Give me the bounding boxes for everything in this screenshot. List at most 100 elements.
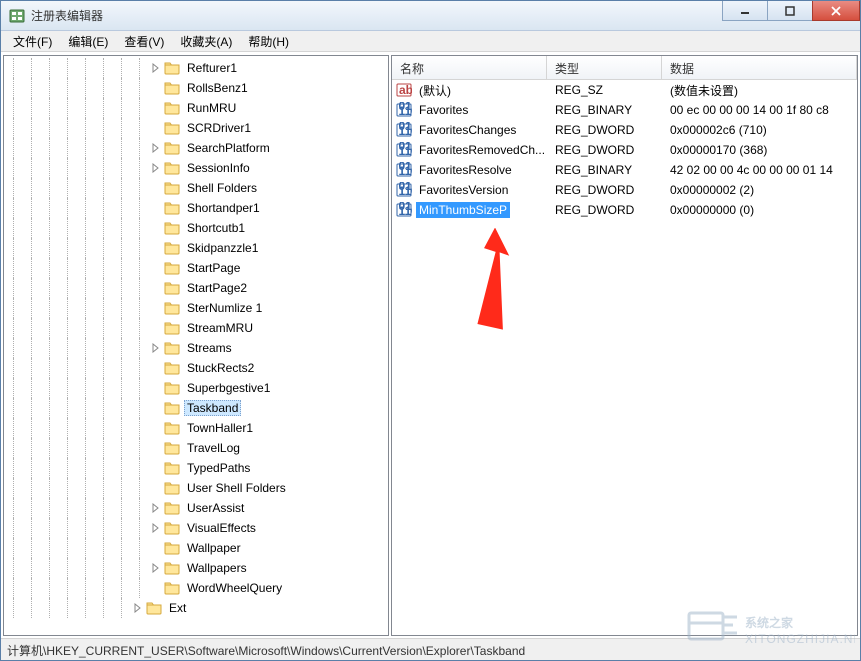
tree-item[interactable]: TravelLog [4, 438, 388, 458]
tree-item-label: Refturer1 [184, 60, 240, 76]
tree-item-label: SearchPlatform [184, 140, 273, 156]
tree-item[interactable]: User Shell Folders [4, 478, 388, 498]
folder-icon [164, 420, 180, 436]
value-row[interactable]: 011110FavoritesChangesREG_DWORD0x000002c… [392, 120, 857, 140]
regedit-app-icon [9, 8, 25, 24]
folder-icon [164, 340, 180, 356]
tree-item[interactable]: StartPage [4, 258, 388, 278]
tree-item[interactable]: SearchPlatform [4, 138, 388, 158]
expander-closed-icon[interactable] [148, 140, 164, 156]
svg-text:ab: ab [399, 83, 412, 97]
tree-item-label: Shell Folders [184, 180, 260, 196]
folder-icon [164, 360, 180, 376]
tree-item[interactable]: Shell Folders [4, 178, 388, 198]
folder-icon [164, 100, 180, 116]
value-type: REG_DWORD [547, 123, 662, 137]
menu-edit[interactable]: 编辑(E) [60, 31, 116, 52]
tree-item-label: Skidpanzzle1 [184, 240, 261, 256]
maximize-button[interactable] [767, 1, 813, 21]
tree-item-label: UserAssist [184, 500, 247, 516]
value-data: 0x000002c6 (710) [662, 123, 857, 137]
values-header: 名称 类型 数据 [392, 56, 857, 80]
tree-item[interactable]: TypedPaths [4, 458, 388, 478]
tree-item[interactable]: Skidpanzzle1 [4, 238, 388, 258]
tree-panel[interactable]: Refturer1 RollsBenz1RunMRUSCRDriver1 Searc… [3, 55, 389, 636]
value-row[interactable]: 011110FavoritesREG_BINARY00 ec 00 00 00 … [392, 100, 857, 120]
value-row[interactable]: ab(默认)REG_SZ(数值未设置) [392, 80, 857, 100]
tree-item[interactable]: VisualEffects [4, 518, 388, 538]
folder-icon [164, 440, 180, 456]
menu-view[interactable]: 查看(V) [116, 31, 172, 52]
close-button[interactable] [812, 1, 860, 21]
reg-binary-icon: 011110 [396, 102, 412, 118]
tree-item[interactable]: WordWheelQuery [4, 578, 388, 598]
expander-closed-icon[interactable] [148, 60, 164, 76]
expander-closed-icon[interactable] [148, 340, 164, 356]
column-header-data[interactable]: 数据 [662, 56, 857, 79]
expander-none [148, 440, 164, 456]
folder-icon [164, 160, 180, 176]
tree-item[interactable]: Taskband [4, 398, 388, 418]
expander-closed-icon[interactable] [148, 500, 164, 516]
tree-item[interactable]: Shortandper1 [4, 198, 388, 218]
tree-item[interactable]: Shortcutb1 [4, 218, 388, 238]
value-data: 0x00000000 (0) [662, 203, 857, 217]
folder-icon [164, 580, 180, 596]
tree-item[interactable]: Wallpapers [4, 558, 388, 578]
expander-none [148, 420, 164, 436]
column-header-name[interactable]: 名称 [392, 56, 547, 79]
folder-icon [164, 80, 180, 96]
value-row[interactable]: 011110FavoritesResolveREG_BINARY42 02 00… [392, 160, 857, 180]
tree-item[interactable]: UserAssist [4, 498, 388, 518]
value-type: REG_BINARY [547, 103, 662, 117]
expander-closed-icon[interactable] [148, 520, 164, 536]
minimize-button[interactable] [722, 1, 768, 21]
titlebar[interactable]: 注册表编辑器 [1, 1, 860, 31]
tree-item[interactable]: RollsBenz1 [4, 78, 388, 98]
values-panel[interactable]: 名称 类型 数据 ab(默认)REG_SZ(数值未设置)011110Favori… [391, 55, 858, 636]
value-row[interactable]: 011110FavoritesRemovedCh...REG_DWORD0x00… [392, 140, 857, 160]
tree-item[interactable]: RunMRU [4, 98, 388, 118]
reg-binary-icon: 011110 [396, 202, 412, 218]
svg-text:110: 110 [399, 124, 413, 138]
tree-item-label: Superbgestive1 [184, 380, 273, 396]
folder-icon [164, 500, 180, 516]
value-name: Favorites [416, 102, 471, 118]
expander-none [148, 180, 164, 196]
expander-closed-icon[interactable] [148, 560, 164, 576]
tree-item[interactable]: TownHaller1 [4, 418, 388, 438]
column-header-type[interactable]: 类型 [547, 56, 662, 79]
value-row[interactable]: 011110FavoritesVersionREG_DWORD0x0000000… [392, 180, 857, 200]
value-type: REG_DWORD [547, 183, 662, 197]
expander-none [148, 280, 164, 296]
expander-closed-icon[interactable] [130, 600, 146, 616]
expander-none [148, 540, 164, 556]
tree-item-label: SterNumlize 1 [184, 300, 265, 316]
tree-item-label: WordWheelQuery [184, 580, 285, 596]
tree-item[interactable]: Ext [4, 598, 388, 618]
value-data: 0x00000002 (2) [662, 183, 857, 197]
tree-item[interactable]: StuckRects2 [4, 358, 388, 378]
tree-item[interactable]: Refturer1 [4, 58, 388, 78]
menu-help[interactable]: 帮助(H) [240, 31, 297, 52]
folder-icon [164, 220, 180, 236]
tree-item[interactable]: Streams [4, 338, 388, 358]
expander-closed-icon[interactable] [148, 160, 164, 176]
tree-item[interactable]: SCRDriver1 [4, 118, 388, 138]
tree-item[interactable]: StartPage2 [4, 278, 388, 298]
folder-icon [164, 60, 180, 76]
expander-none [148, 260, 164, 276]
value-row[interactable]: 011110MinThumbSizePREG_DWORD0x00000000 (… [392, 200, 857, 220]
menu-file[interactable]: 文件(F) [5, 31, 60, 52]
expander-none [148, 380, 164, 396]
folder-icon [164, 380, 180, 396]
folder-icon [164, 180, 180, 196]
expander-none [148, 240, 164, 256]
tree-item[interactable]: SessionInfo [4, 158, 388, 178]
tree-item[interactable]: SterNumlize 1 [4, 298, 388, 318]
tree-item[interactable]: StreamMRU [4, 318, 388, 338]
tree-item[interactable]: Superbgestive1 [4, 378, 388, 398]
svg-text:110: 110 [399, 204, 413, 218]
menu-favorites[interactable]: 收藏夹(A) [172, 31, 240, 52]
tree-item[interactable]: Wallpaper [4, 538, 388, 558]
